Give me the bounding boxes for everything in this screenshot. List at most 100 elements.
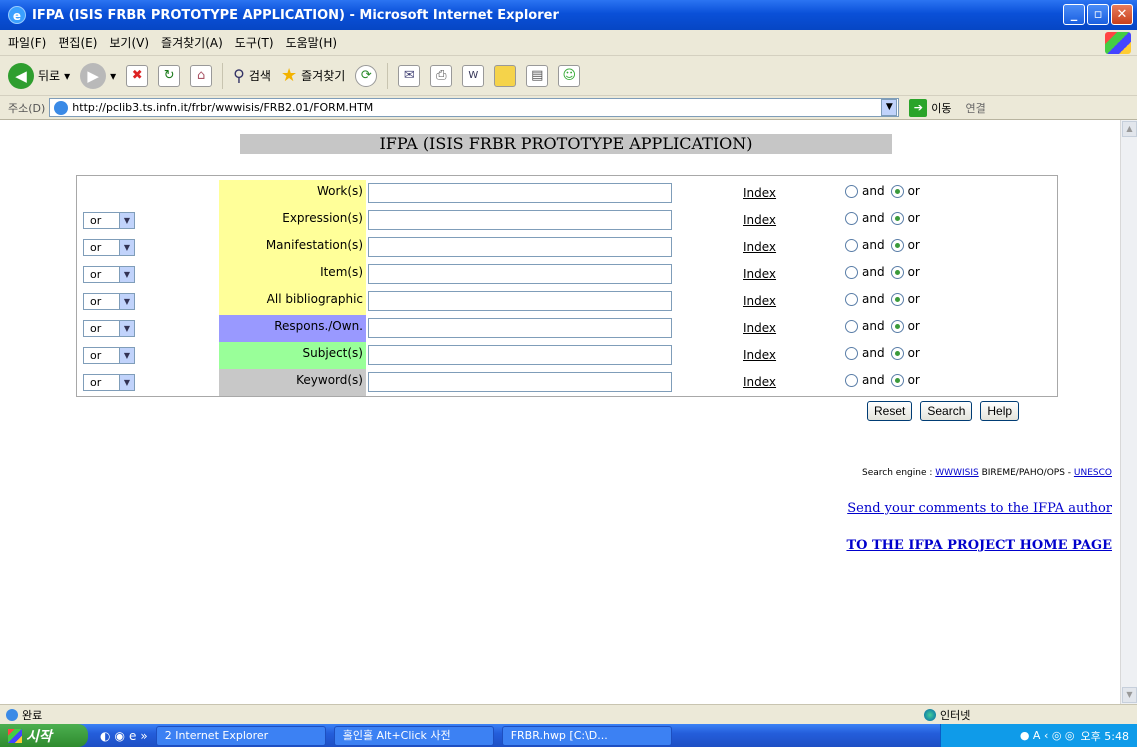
or-radio[interactable] (890, 211, 904, 225)
menu-view[interactable]: 보기(V) (109, 34, 149, 51)
scroll-down-icon[interactable]: ▼ (1122, 687, 1137, 703)
close-button[interactable]: ✕ (1111, 4, 1133, 25)
go-button[interactable]: ➔ 이동 (909, 98, 952, 117)
or-label: or (907, 265, 920, 279)
print-icon[interactable]: ⎙ (430, 64, 453, 87)
operator-select[interactable]: or ▼ (83, 293, 135, 310)
menu-favorites[interactable]: 즐겨찾기(A) (161, 34, 223, 51)
links-label[interactable]: 연결 (966, 100, 986, 116)
field-input[interactable] (368, 237, 672, 257)
desktop-icon[interactable]: ◐ (100, 729, 110, 743)
index-link[interactable]: Index (743, 294, 776, 308)
menu-file[interactable]: 파일(F) (8, 34, 46, 51)
search-button[interactable]: ⚲ 검색 (233, 61, 271, 91)
field-label: All bibliographic (219, 288, 366, 315)
and-label: and (862, 373, 885, 387)
and-radio[interactable] (845, 211, 858, 225)
field-input[interactable] (368, 318, 672, 338)
or-radio[interactable] (890, 319, 904, 333)
index-link[interactable]: Index (743, 186, 776, 200)
field-label: Manifestation(s) (219, 234, 366, 261)
browser-icon[interactable]: ◉ (114, 729, 124, 743)
maximize-button[interactable]: ▫ (1087, 4, 1109, 25)
scroll-up-icon[interactable]: ▲ (1122, 121, 1137, 137)
or-radio[interactable] (890, 346, 904, 360)
field-input[interactable] (368, 345, 672, 365)
operator-select[interactable]: or ▼ (83, 266, 135, 283)
operator-select[interactable]: or ▼ (83, 239, 135, 256)
favorites-button[interactable]: ★ 즐겨찾기 (281, 61, 345, 91)
forward-button[interactable]: ▶ ▾ (80, 61, 116, 91)
menu-help[interactable]: 도움말(H) (286, 34, 338, 51)
operator-select[interactable]: or ▼ (83, 347, 135, 364)
menu-edit[interactable]: 편집(E) (58, 34, 97, 51)
boolean-options: and or (845, 184, 920, 198)
internet-zone-icon (924, 709, 936, 721)
and-radio[interactable] (845, 346, 858, 360)
discuss-icon[interactable] (494, 64, 517, 87)
refresh-icon[interactable]: ↻ (158, 64, 181, 87)
field-input[interactable] (368, 264, 672, 284)
operator-select[interactable]: or ▼ (83, 374, 135, 391)
or-radio[interactable] (890, 184, 904, 198)
chevron-down-icon: ▼ (119, 321, 134, 336)
start-button[interactable]: 시작 (0, 724, 88, 747)
and-radio[interactable] (845, 292, 858, 306)
address-label: 주소(D) (8, 101, 46, 115)
unesco-link[interactable]: UNESCO (1074, 468, 1112, 478)
comments-link[interactable]: Send your comments to the IFPA author (847, 501, 1112, 516)
operator-value: or (90, 376, 102, 389)
or-radio[interactable] (890, 292, 904, 306)
and-radio[interactable] (845, 373, 858, 387)
expand-icon[interactable]: » (140, 729, 147, 743)
taskbar-task-ie[interactable]: 2 Internet Explorer (155, 725, 326, 746)
taskbar-task-dictionary[interactable]: 홀인홀 Alt+Click 사전 (333, 725, 494, 746)
home-icon[interactable]: ⌂ (190, 64, 213, 87)
index-link[interactable]: Index (743, 213, 776, 227)
index-link[interactable]: Index (743, 240, 776, 254)
operator-value: or (90, 241, 102, 254)
or-radio[interactable] (890, 238, 904, 252)
field-input[interactable] (368, 291, 672, 311)
taskbar-task-hwp[interactable]: FRBR.hwp [C:\D... (501, 725, 672, 746)
stop-icon[interactable]: ✖ (126, 64, 149, 87)
and-radio[interactable] (845, 265, 858, 279)
menu-tools[interactable]: 도구(T) (235, 34, 274, 51)
messenger-icon[interactable]: ☺ (558, 64, 581, 87)
field-input[interactable] (368, 183, 672, 203)
media-icon[interactable]: ⟳ (355, 64, 378, 87)
search-submit-button[interactable]: Search (920, 401, 973, 421)
chevron-down-icon: ▼ (119, 267, 134, 282)
operator-value: or (90, 295, 102, 308)
edit-word-icon[interactable]: W (462, 64, 485, 87)
operator-select[interactable]: or ▼ (83, 212, 135, 229)
and-radio[interactable] (845, 184, 858, 198)
home-page-link[interactable]: TO THE IFPA PROJECT HOME PAGE (846, 538, 1112, 553)
research-icon[interactable]: ▤ (526, 64, 549, 87)
address-input[interactable]: http://pclib3.ts.infn.it/frbr/wwwisis/FR… (49, 98, 900, 117)
help-button[interactable]: Help (980, 401, 1020, 421)
boolean-options: and or (845, 211, 920, 225)
ie-quick-icon[interactable]: e (129, 729, 136, 743)
or-radio[interactable] (890, 265, 904, 279)
or-radio[interactable] (890, 373, 904, 387)
and-radio[interactable] (845, 319, 858, 333)
operator-select[interactable]: or ▼ (83, 320, 135, 337)
chevron-down-icon: ▼ (119, 375, 134, 390)
tray-icons[interactable]: ● A ‹ ◎ ◎ (1020, 729, 1075, 742)
and-radio[interactable] (845, 238, 858, 252)
wwwisis-link[interactable]: WWWISIS (935, 468, 978, 478)
address-dropdown-icon[interactable]: ▼ (881, 99, 898, 116)
index-link[interactable]: Index (743, 321, 776, 335)
index-link[interactable]: Index (743, 375, 776, 389)
index-link[interactable]: Index (743, 348, 776, 362)
minimize-button[interactable]: _ (1063, 4, 1085, 25)
field-label: Work(s) (219, 180, 366, 207)
vertical-scrollbar[interactable]: ▲ ▼ (1120, 120, 1137, 704)
reset-button[interactable]: Reset (867, 401, 913, 421)
back-button[interactable]: ◀ 뒤로 ▾ (8, 61, 70, 91)
field-input[interactable] (368, 210, 672, 230)
index-link[interactable]: Index (743, 267, 776, 281)
field-input[interactable] (368, 372, 672, 392)
mail-icon[interactable]: ✉ (398, 64, 421, 87)
